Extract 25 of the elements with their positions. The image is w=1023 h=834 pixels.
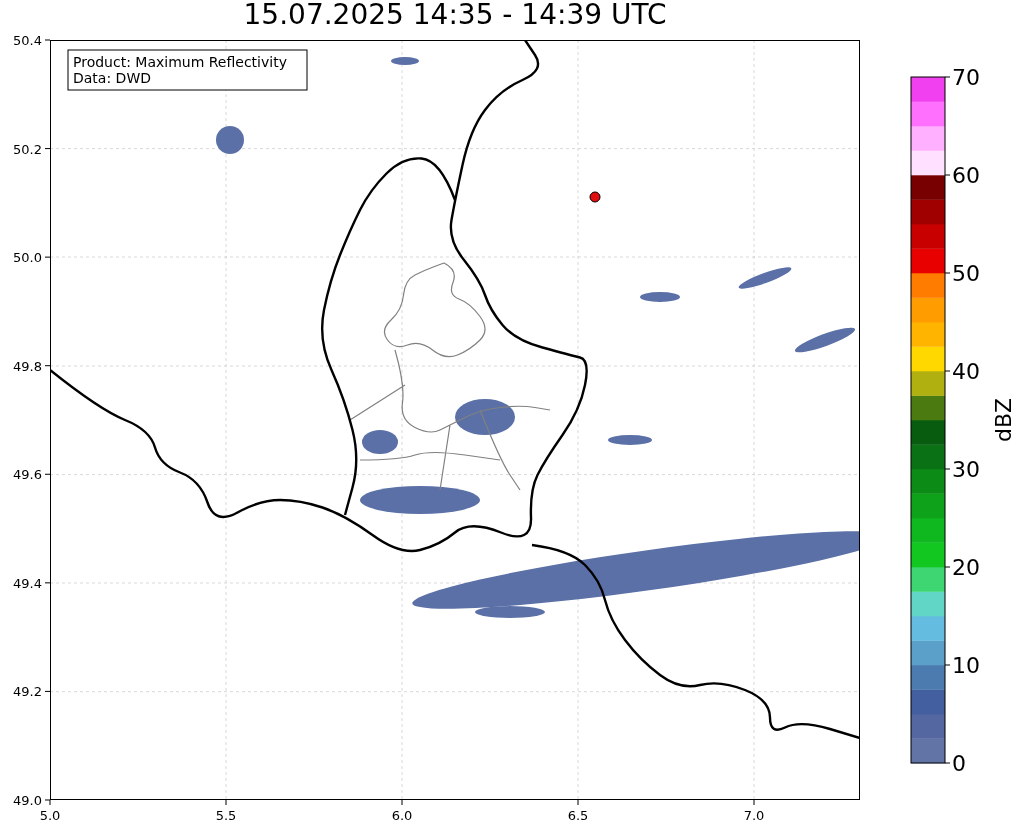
colorbar-tick-label: 70 bbox=[952, 65, 980, 90]
tick-label: 50.4 bbox=[13, 33, 42, 48]
tick-label: 6.0 bbox=[391, 808, 413, 823]
map-title: 15.07.2025 14:35 - 14:39 UTC bbox=[242, 0, 668, 30]
tick-label: 49.6 bbox=[13, 467, 42, 483]
tick-label: 49.0 bbox=[13, 793, 42, 808]
tick-label: 7.0 bbox=[743, 808, 765, 823]
tick-label: 6.5 bbox=[567, 808, 589, 823]
tick-label: 5.0 bbox=[39, 808, 61, 823]
tick-label: 50.0 bbox=[13, 250, 42, 266]
tick-label: 49.4 bbox=[13, 575, 42, 591]
colorbar-tick-label: 50 bbox=[952, 261, 980, 286]
tick-label: 49.2 bbox=[13, 684, 42, 700]
info-text: Product: Maximum Reflectivity bbox=[73, 54, 287, 70]
colorbar-tick-label: 30 bbox=[952, 457, 980, 482]
colorbar-tick-label: 0 bbox=[952, 751, 966, 776]
colorbar-tick-label: 20 bbox=[952, 555, 980, 580]
info-text: Data: DWD bbox=[73, 70, 151, 86]
tick-label: 50.2 bbox=[13, 141, 42, 157]
colorbar-label: dBZ bbox=[991, 397, 1016, 443]
colorbar-tick-label: 40 bbox=[952, 359, 980, 384]
tick-label: 5.5 bbox=[215, 808, 237, 823]
colorbar-tick-label: 10 bbox=[952, 653, 980, 678]
tick-label: 49.8 bbox=[13, 358, 42, 374]
colorbar-tick-label: 60 bbox=[952, 163, 980, 188]
